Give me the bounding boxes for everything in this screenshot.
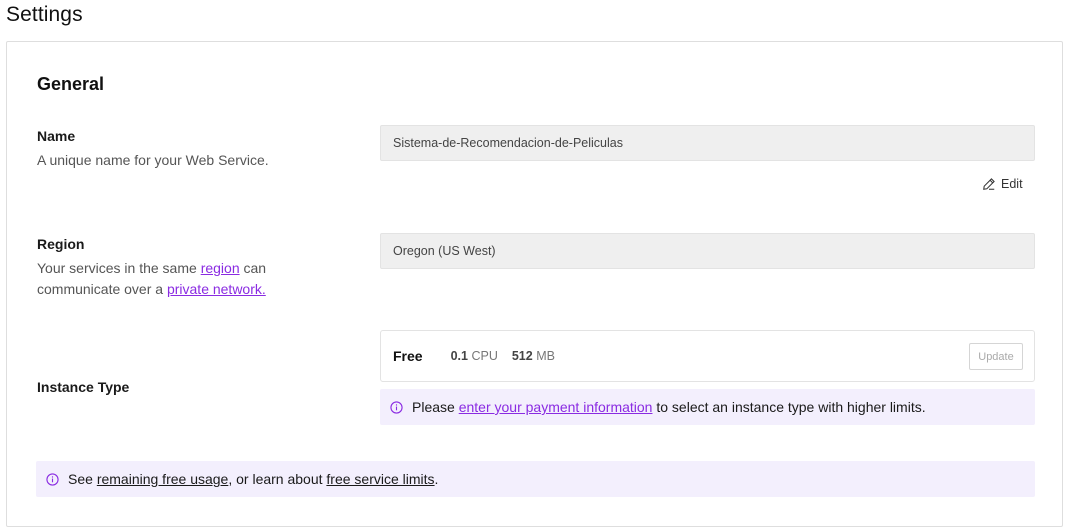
name-value: Sistema-de-Recomendacion-de-Peliculas bbox=[393, 136, 623, 150]
instance-type-label: Instance Type bbox=[37, 379, 130, 395]
name-label: Name bbox=[37, 128, 76, 144]
instance-type-option[interactable]: Free 0.1 CPU 512 MB Update bbox=[380, 330, 1035, 382]
memory-unit: MB bbox=[536, 349, 555, 363]
memory-value: 512 bbox=[511, 349, 533, 363]
name-field[interactable]: Sistema-de-Recomendacion-de-Peliculas bbox=[380, 125, 1035, 161]
region-field[interactable]: Oregon (US West) bbox=[380, 233, 1035, 269]
region-description: Your services in the same region can com… bbox=[37, 258, 297, 300]
info-circle-icon bbox=[46, 472, 59, 486]
memory-spec: 512 MB bbox=[512, 349, 555, 363]
usage-suffix: . bbox=[434, 471, 439, 487]
edit-label: Edit bbox=[1001, 177, 1023, 191]
usage-middle: , or learn about bbox=[228, 471, 327, 487]
general-settings-card: General Name A unique name for your Web … bbox=[6, 41, 1063, 527]
payment-information-link[interactable]: enter your payment information bbox=[459, 399, 653, 415]
pencil-icon bbox=[983, 178, 995, 190]
region-link[interactable]: region bbox=[201, 260, 240, 276]
cpu-value: 0.1 bbox=[450, 349, 468, 363]
payment-suffix: to select an instance type with higher l… bbox=[652, 399, 926, 415]
cpu-spec: 0.1 CPU bbox=[451, 349, 498, 363]
region-value: Oregon (US West) bbox=[393, 244, 496, 258]
cpu-unit: CPU bbox=[471, 349, 498, 363]
free-usage-notice-text: See remaining free usage, or learn about… bbox=[68, 471, 438, 487]
payment-prefix: Please bbox=[412, 399, 459, 415]
region-label: Region bbox=[37, 236, 85, 252]
region-desc-text-1: Your services in the same bbox=[37, 260, 201, 276]
free-usage-notice: See remaining free usage, or learn about… bbox=[36, 461, 1035, 497]
payment-notice: Please enter your payment information to… bbox=[380, 389, 1035, 425]
free-service-limits-link[interactable]: free service limits bbox=[326, 471, 434, 487]
private-network-link[interactable]: private network. bbox=[167, 281, 266, 297]
name-description: A unique name for your Web Service. bbox=[37, 152, 269, 168]
edit-name-button[interactable]: Edit bbox=[982, 177, 1023, 191]
info-circle-icon bbox=[390, 400, 403, 414]
payment-notice-text: Please enter your payment information to… bbox=[412, 399, 926, 415]
update-button[interactable]: Update bbox=[969, 343, 1023, 370]
usage-prefix: See bbox=[68, 471, 97, 487]
remaining-free-usage-link[interactable]: remaining free usage bbox=[97, 471, 229, 487]
page-title: Settings bbox=[6, 3, 83, 26]
section-title-general: General bbox=[37, 74, 105, 94]
plan-name: Free bbox=[393, 348, 423, 364]
